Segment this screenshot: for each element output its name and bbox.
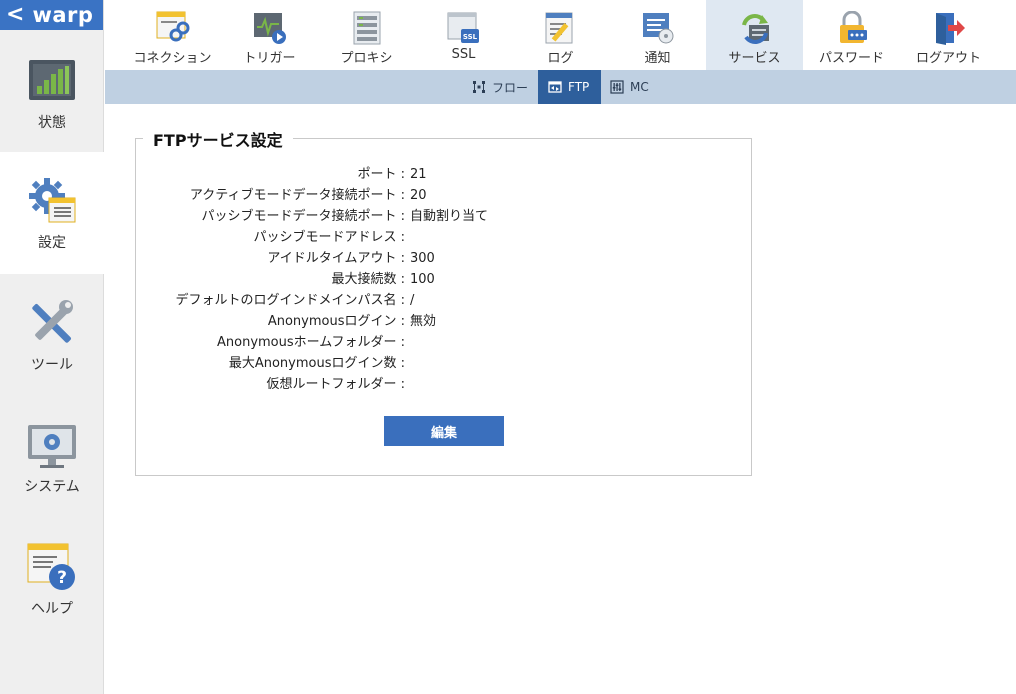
tab-notify[interactable]: 通知 — [609, 0, 706, 70]
svg-text:?: ? — [57, 568, 67, 588]
tab-label: ログアウト — [915, 51, 981, 66]
setting-value: 無効 — [410, 314, 437, 329]
setting-value: 100 — [410, 272, 435, 287]
service-icon — [742, 14, 769, 44]
connection-icon — [156, 11, 190, 42]
setting-label: アクティブモードデータ接続ポート : — [189, 188, 405, 203]
tab-service[interactable]: サービス — [706, 0, 803, 70]
tab-label: サービス — [728, 51, 781, 66]
tab-label: トリガー — [243, 51, 296, 66]
setting-label: Anonymousログイン : — [267, 314, 405, 329]
setting-label: パッシブモードアドレス : — [253, 230, 405, 245]
sidebar-item-label: システム — [24, 479, 80, 495]
setting-label: アイドルタイムアウト : — [267, 251, 405, 266]
tab-ssl[interactable]: SSL SSL — [415, 0, 512, 70]
sidebar-item-status[interactable]: 状態 — [0, 32, 104, 154]
edit-button[interactable]: 編集 — [384, 416, 504, 446]
help-icon: ? — [27, 543, 75, 590]
notify-icon — [643, 13, 674, 44]
setting-label: 最大接続数 : — [331, 272, 405, 287]
sidebar-item-tools[interactable]: ツール — [0, 274, 104, 396]
setting-value: 20 — [410, 188, 427, 203]
flow-icon — [473, 81, 485, 93]
logout-icon — [936, 13, 965, 45]
subtab-ftp[interactable]: FTP — [538, 70, 601, 104]
tab-connection[interactable]: コネクション — [124, 0, 221, 70]
tab-trigger[interactable]: トリガー — [221, 0, 318, 70]
system-monitor-icon — [28, 425, 76, 468]
subtab-flow[interactable]: フロー — [463, 70, 537, 104]
tab-password[interactable]: パスワード — [803, 0, 900, 70]
subtab-label: フロー — [492, 80, 529, 95]
tab-log[interactable]: ログ — [512, 0, 609, 70]
settings-gear-icon — [29, 178, 76, 223]
tab-label: 通知 — [644, 51, 671, 66]
subtab-label: MC — [630, 80, 649, 94]
setting-label: パッシブモードデータ接続ポート : — [201, 209, 405, 224]
sidebar-item-settings[interactable]: 設定 — [0, 152, 105, 274]
tools-icon — [32, 300, 73, 343]
setting-value: 300 — [410, 251, 435, 266]
tab-label: コネクション — [133, 51, 212, 66]
proxy-icon — [353, 11, 381, 45]
tab-logout[interactable]: ログアウト — [900, 0, 997, 70]
brand-bar[interactable]: < warp — [0, 0, 103, 30]
tab-label: パスワード — [818, 51, 884, 66]
sidebar-item-label: ヘルプ — [31, 601, 73, 617]
setting-value: / — [410, 293, 415, 308]
tab-proxy[interactable]: プロキシ — [318, 0, 415, 70]
setting-label: ポート : — [357, 167, 405, 182]
subtab-mc[interactable]: MC — [602, 70, 662, 104]
ftp-icon — [548, 81, 562, 93]
mc-icon — [610, 80, 624, 94]
log-icon — [545, 12, 573, 44]
sidebar: < warp 状態 設定 ツール システム ? ヘルプ — [0, 0, 105, 694]
setting-label: Anonymousホームフォルダー : — [217, 335, 405, 350]
setting-label: 仮想ルートフォルダー : — [266, 377, 405, 392]
svg-text:SSL: SSL — [463, 33, 478, 41]
setting-label: デフォルトのログインドメインパス名 : — [175, 293, 405, 308]
sidebar-item-help[interactable]: ? ヘルプ — [0, 518, 104, 640]
setting-label: 最大Anonymousログイン数 : — [228, 356, 405, 371]
sidebar-item-system[interactable]: システム — [0, 396, 104, 518]
password-lock-icon — [840, 11, 867, 43]
top-navigation: コネクション トリガー プロキシ SSL SSL ログ 通知 サービス パスワー… — [105, 0, 1016, 70]
sub-navigation: フロー FTP MC — [105, 70, 1016, 104]
tab-label: プロキシ — [340, 51, 393, 66]
setting-value: 自動割り当て — [410, 209, 489, 224]
ssl-icon: SSL — [447, 12, 479, 43]
back-chevron-icon[interactable]: < — [6, 4, 24, 26]
sidebar-item-label: ツール — [31, 357, 73, 373]
status-chart-icon — [29, 60, 75, 100]
trigger-icon — [254, 13, 286, 44]
sidebar-item-label: 設定 — [38, 235, 66, 251]
tab-label: ログ — [547, 51, 574, 66]
subtab-label: FTP — [568, 80, 590, 94]
tab-label: SSL — [451, 47, 476, 62]
panel-title: FTPサービス設定 — [143, 127, 293, 151]
sidebar-item-label: 状態 — [38, 115, 66, 131]
brand-name: warp — [32, 3, 94, 27]
setting-value: 21 — [410, 167, 427, 182]
